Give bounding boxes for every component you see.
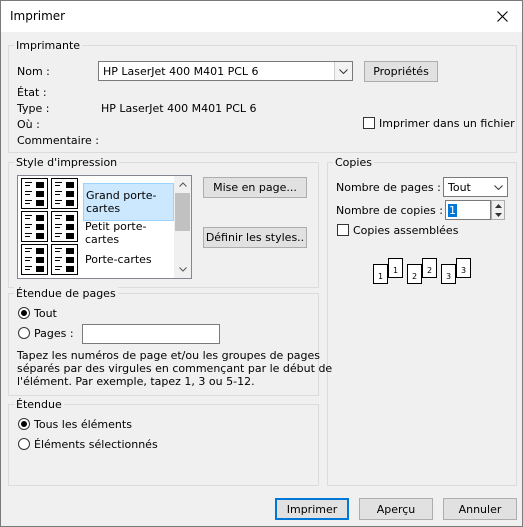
collate-page-icon: 2 xyxy=(407,264,422,284)
title-bar: Imprimer xyxy=(1,1,522,32)
page-range-help-text: séparés par des virgules en commençant p… xyxy=(17,362,333,375)
page-range-group-title: Étendue de pages xyxy=(14,287,118,300)
define-styles-button[interactable]: Définir les styles.. xyxy=(203,227,307,248)
print-style-list[interactable]: Grand porte-cartes Petit porte-cartes Po… xyxy=(17,175,192,279)
style-thumbnail-icon xyxy=(21,244,48,275)
spin-up-icon[interactable] xyxy=(492,201,504,210)
list-item[interactable]: Grand porte-cartes xyxy=(19,176,174,221)
number-of-pages-dropdown[interactable]: Tout xyxy=(443,177,508,197)
properties-button[interactable]: Propriétés xyxy=(364,61,438,82)
all-items-label[interactable]: Tous les éléments xyxy=(34,418,132,431)
number-of-copies-label: Nombre de copies : xyxy=(336,204,443,217)
list-item[interactable]: Porte-cartes xyxy=(19,242,174,275)
number-of-pages-label: Nombre de pages : xyxy=(336,181,441,194)
collate-page-icon: 3 xyxy=(441,264,456,284)
spin-down-icon[interactable] xyxy=(492,210,504,219)
list-item[interactable]: Petit porte-cartes xyxy=(19,209,174,246)
scroll-down-icon[interactable] xyxy=(174,261,191,278)
style-thumbnail-icon xyxy=(51,244,78,275)
page-setup-button[interactable]: Mise en page... xyxy=(203,177,307,198)
scope-group-title: Étendue xyxy=(14,398,64,411)
print-style-group-title: Style d'impression xyxy=(14,156,120,169)
copies-spinner[interactable] xyxy=(491,200,505,220)
printer-name-label: Nom : xyxy=(17,65,50,78)
page-range-help-text: l'élément. Par exemple, tapez 1, 3 ou 5-… xyxy=(17,375,255,388)
number-of-pages-value: Tout xyxy=(448,181,471,194)
style-list-scrollbar[interactable] xyxy=(174,176,191,278)
list-item-label: Porte-cartes xyxy=(85,253,152,266)
copies-group-title: Copies xyxy=(333,156,374,169)
number-of-copies-input[interactable]: 1 xyxy=(445,200,491,220)
cancel-button[interactable]: Annuler xyxy=(443,498,517,520)
printer-name-dropdown[interactable]: HP LaserJet 400 M401 PCL 6 xyxy=(98,61,353,81)
collate-page-icon: 3 xyxy=(456,258,471,278)
collate-page-icon: 1 xyxy=(388,258,403,278)
close-icon xyxy=(496,11,508,22)
preview-button[interactable]: Aperçu xyxy=(359,498,433,520)
page-range-pages-label[interactable]: Pages : xyxy=(34,327,74,340)
page-range-all-radio[interactable] xyxy=(18,307,30,319)
comment-label: Commentaire : xyxy=(17,134,99,147)
window-title: Imprimer xyxy=(10,9,66,23)
collate-checkbox[interactable] xyxy=(337,224,349,236)
style-thumbnail-icon xyxy=(21,211,48,242)
chevron-down-icon[interactable] xyxy=(334,62,352,80)
all-items-radio[interactable] xyxy=(18,418,30,430)
print-dialog: Imprimer Imprimante Nom : HP LaserJet 40… xyxy=(0,0,523,527)
collate-page-icon: 1 xyxy=(373,264,388,284)
type-value: HP LaserJet 400 M401 PCL 6 xyxy=(101,102,257,115)
print-to-file-checkbox[interactable] xyxy=(363,117,375,129)
style-thumbnail-icon xyxy=(51,178,78,209)
number-of-copies-value: 1 xyxy=(448,204,457,217)
chevron-down-icon[interactable] xyxy=(490,178,507,196)
collate-page-icon: 2 xyxy=(422,258,437,278)
scroll-thumb[interactable] xyxy=(175,193,190,231)
style-thumbnail-icon xyxy=(21,178,48,209)
close-button[interactable] xyxy=(482,1,522,32)
style-thumbnail-icon xyxy=(51,211,78,242)
collate-label[interactable]: Copies assemblées xyxy=(353,224,458,237)
where-label: Où : xyxy=(17,118,40,131)
print-button[interactable]: Imprimer xyxy=(275,498,349,520)
scroll-up-icon[interactable] xyxy=(174,176,191,193)
status-label: État : xyxy=(17,86,47,99)
page-range-input[interactable] xyxy=(82,324,220,344)
selected-items-label[interactable]: Éléments sélectionnés xyxy=(34,438,158,451)
print-to-file-label[interactable]: Imprimer dans un fichier xyxy=(379,117,515,130)
printer-name-value: HP LaserJet 400 M401 PCL 6 xyxy=(103,65,259,78)
type-label: Type : xyxy=(17,102,50,115)
page-range-all-label[interactable]: Tout xyxy=(34,307,57,320)
selected-items-radio[interactable] xyxy=(18,438,30,450)
page-range-help-text: Tapez les numéros de page et/ou les grou… xyxy=(17,349,321,362)
printer-group-title: Imprimante xyxy=(14,39,83,52)
page-range-pages-radio[interactable] xyxy=(18,327,30,339)
